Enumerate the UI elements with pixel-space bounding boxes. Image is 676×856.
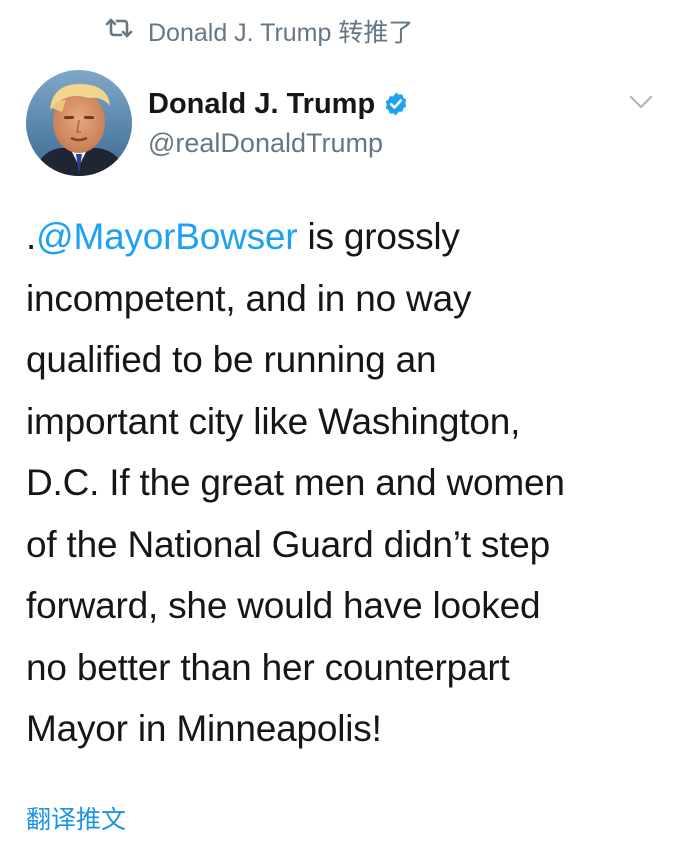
tweet-line-7: forward, she would have looked [26,585,541,626]
tweet-header: Donald J. Trump @realDonaldTrump [26,70,656,180]
tweet-line-6: of the National Guard didn’t step [26,523,551,565]
tweet-line-1-rest: is grossly [297,216,460,257]
translate-tweet-link[interactable]: 翻译推文 [26,800,126,836]
retweet-icon [104,16,134,47]
tweet-line-5: D.C. If the great men and women [26,462,565,503]
chevron-down-icon[interactable] [626,92,656,112]
tweet-line-2: incompetent, and in no way [26,277,472,319]
tweet-prefix: . [26,216,37,257]
mention-link[interactable]: @MayorBowser [36,216,298,257]
tweet-line-4: important city like Washington, [26,400,521,442]
tweet-line-8: no better than her counterpart [26,646,510,688]
verified-badge-icon [383,91,409,117]
display-name[interactable]: Donald J. Trump [148,88,375,121]
tweet-line-3: qualified to be running an [26,339,437,380]
avatar[interactable] [26,70,132,176]
author-names[interactable]: Donald J. Trump @realDonaldTrump [148,84,409,159]
tweet-card: Donald J. Trump 转推了 Donald J. Trump @rea… [0,0,676,856]
retweet-context[interactable]: Donald J. Trump 转推了 [104,14,413,48]
handle[interactable]: @realDonaldTrump [148,128,409,159]
retweet-text: Donald J. Trump 转推了 [148,19,414,47]
tweet-line-9: Mayor in Minneapolis! [26,708,382,749]
tweet-text: .@MayorBowser is grossly incompetent, an… [26,206,646,760]
tweet-line-1: .@MayorBowser is grossly [26,206,646,268]
